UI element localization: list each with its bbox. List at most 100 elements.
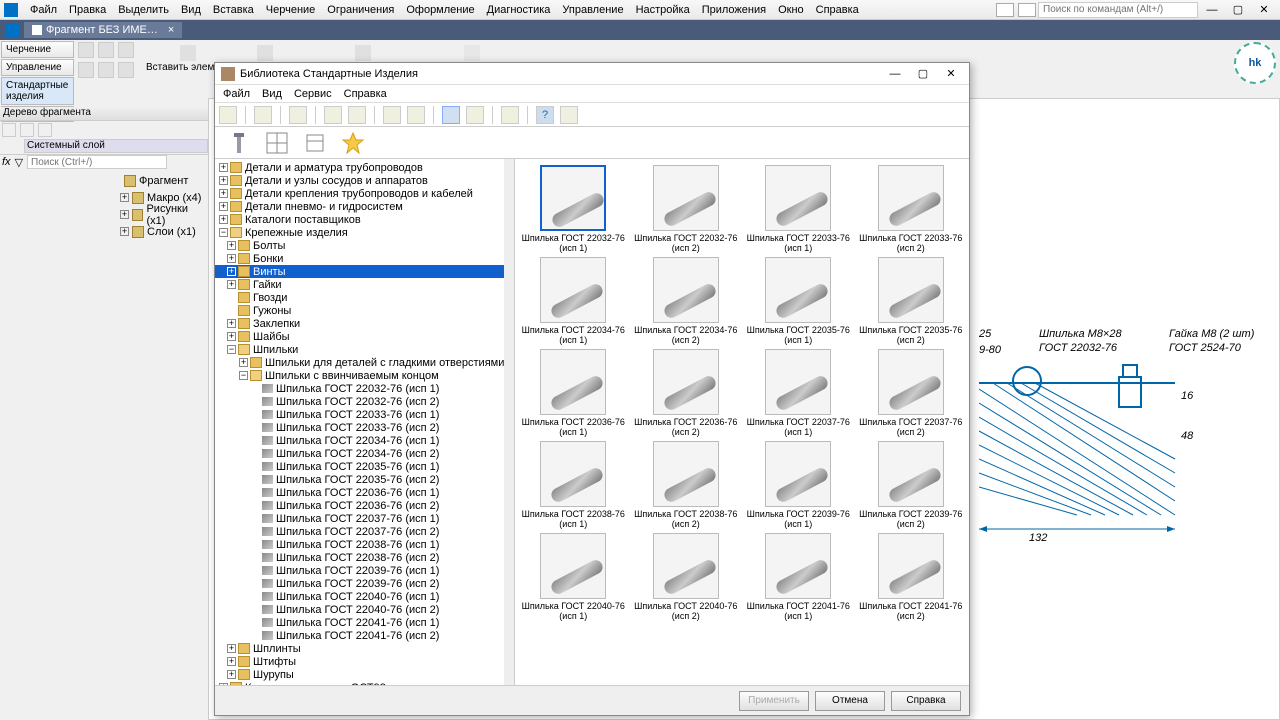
expand-icon[interactable]: + bbox=[227, 254, 236, 263]
tree-scrollbar[interactable] bbox=[504, 159, 514, 685]
menu-Вид[interactable]: Вид bbox=[175, 3, 207, 17]
expand-icon[interactable]: + bbox=[120, 227, 129, 236]
tree-leaf[interactable]: Шпилька ГОСТ 22033-76 (исп 2) bbox=[215, 421, 514, 434]
thumbnail-item[interactable]: Шпилька ГОСТ 22033-76(исп 2) bbox=[859, 165, 964, 253]
menu-Управление[interactable]: Управление bbox=[556, 3, 629, 17]
expand-icon[interactable]: + bbox=[219, 215, 228, 224]
menu-Справка[interactable]: Справка bbox=[810, 3, 865, 17]
thumbnail-item[interactable]: Шпилька ГОСТ 22032-76(исп 1) bbox=[521, 165, 626, 253]
tree-row[interactable]: +Рисунки (x1) bbox=[0, 206, 208, 223]
up-icon[interactable] bbox=[383, 106, 401, 124]
tree-leaf[interactable]: Шпилька ГОСТ 22033-76 (исп 1) bbox=[215, 408, 514, 421]
thumbnail-item[interactable]: Шпилька ГОСТ 22036-76(исп 2) bbox=[634, 349, 739, 437]
refresh-icon[interactable] bbox=[407, 106, 425, 124]
expand-icon[interactable]: + bbox=[219, 202, 228, 211]
tree-leaf[interactable]: Шпилька ГОСТ 22032-76 (исп 1) bbox=[215, 382, 514, 395]
tree-tool-icon[interactable] bbox=[38, 123, 52, 137]
thumbnail-item[interactable]: Шпилька ГОСТ 22037-76(исп 2) bbox=[859, 349, 964, 437]
undo-icon[interactable] bbox=[78, 62, 94, 78]
tree-leaf[interactable]: Шпилька ГОСТ 22036-76 (исп 2) bbox=[215, 499, 514, 512]
tree-leaf[interactable]: Шпилька ГОСТ 22041-76 (исп 2) bbox=[215, 629, 514, 642]
expand-icon[interactable]: + bbox=[227, 657, 236, 666]
thumbnail-item[interactable]: Шпилька ГОСТ 22037-76(исп 1) bbox=[746, 349, 851, 437]
thumbnail-item[interactable]: Шпилька ГОСТ 22041-76(исп 1) bbox=[746, 533, 851, 621]
collapse-icon[interactable]: − bbox=[219, 228, 228, 237]
thumbnail-item[interactable]: Шпилька ГОСТ 22032-76(исп 2) bbox=[634, 165, 739, 253]
expand-icon[interactable]: + bbox=[219, 163, 228, 172]
system-layer-field[interactable]: Системный слой bbox=[24, 139, 208, 153]
tab-screw-icon[interactable] bbox=[227, 131, 251, 155]
expand-icon[interactable]: + bbox=[219, 189, 228, 198]
tree-leaf[interactable]: Шпилька ГОСТ 22037-76 (исп 1) bbox=[215, 512, 514, 525]
expand-icon[interactable]: + bbox=[227, 670, 236, 679]
print-icon[interactable] bbox=[118, 62, 134, 78]
thumbnail-item[interactable]: Шпилька ГОСТ 22040-76(исп 1) bbox=[521, 533, 626, 621]
tree-leaf[interactable]: Шпилька ГОСТ 22035-76 (исп 1) bbox=[215, 460, 514, 473]
paste-icon[interactable] bbox=[348, 106, 366, 124]
dialog-menu-Сервис[interactable]: Сервис bbox=[294, 88, 332, 100]
thumbnail-item[interactable]: Шпилька ГОСТ 22035-76(исп 2) bbox=[859, 257, 964, 345]
expand-icon[interactable]: + bbox=[120, 210, 129, 219]
expand-icon[interactable]: + bbox=[227, 319, 236, 328]
thumbnail-item[interactable]: Шпилька ГОСТ 22038-76(исп 2) bbox=[634, 441, 739, 529]
tree-leaf[interactable]: Шпилька ГОСТ 22041-76 (исп 1) bbox=[215, 616, 514, 629]
menu-Выделить[interactable]: Выделить bbox=[112, 3, 175, 17]
expand-icon[interactable]: + bbox=[227, 332, 236, 341]
menu-Приложения[interactable]: Приложения bbox=[696, 3, 772, 17]
history-icon[interactable] bbox=[289, 106, 307, 124]
collapse-icon[interactable]: − bbox=[239, 371, 248, 380]
menu-Окно[interactable]: Окно bbox=[772, 3, 810, 17]
cancel-button[interactable]: Отмена bbox=[815, 691, 885, 711]
dialog-menu-Справка[interactable]: Справка bbox=[344, 88, 387, 100]
new-icon[interactable] bbox=[78, 42, 94, 58]
thumbnail-item[interactable]: Шпилька ГОСТ 22040-76(исп 2) bbox=[634, 533, 739, 621]
thumbnail-item[interactable]: Шпилька ГОСТ 22036-76(исп 1) bbox=[521, 349, 626, 437]
thumbnail-item[interactable]: Шпилька ГОСТ 22034-76(исп 1) bbox=[521, 257, 626, 345]
layout-icon[interactable] bbox=[996, 3, 1014, 17]
library-tree[interactable]: +Детали и арматура трубопроводов +Детали… bbox=[215, 159, 515, 685]
tree-leaf[interactable]: Шпилька ГОСТ 22040-76 (исп 2) bbox=[215, 603, 514, 616]
dialog-titlebar[interactable]: Библиотека Стандартные Изделия — ▢ ✕ bbox=[215, 63, 969, 85]
tree-leaf[interactable]: Шпилька ГОСТ 22038-76 (исп 1) bbox=[215, 538, 514, 551]
tree-row[interactable]: +Слои (x1) bbox=[0, 223, 208, 240]
thumbnail-item[interactable]: Шпилька ГОСТ 22039-76(исп 1) bbox=[746, 441, 851, 529]
tree-leaf[interactable]: Шпилька ГОСТ 22038-76 (исп 2) bbox=[215, 551, 514, 564]
tree-row-fragment[interactable]: Фрагмент bbox=[0, 172, 208, 189]
tree-leaf[interactable]: Шпилька ГОСТ 22036-76 (исп 1) bbox=[215, 486, 514, 499]
tree-tool-icon[interactable] bbox=[20, 123, 34, 137]
tab-grid-icon[interactable] bbox=[265, 131, 289, 155]
thumbnail-pane[interactable]: Шпилька ГОСТ 22032-76(исп 1)Шпилька ГОСТ… bbox=[515, 159, 969, 685]
expand-icon[interactable]: + bbox=[227, 280, 236, 289]
apply-button[interactable]: Применить bbox=[739, 691, 809, 711]
menu-Диагностика[interactable]: Диагностика bbox=[481, 3, 557, 17]
tree-leaf[interactable]: Шпилька ГОСТ 22037-76 (исп 2) bbox=[215, 525, 514, 538]
copy-icon[interactable] bbox=[324, 106, 342, 124]
redo-icon[interactable] bbox=[98, 62, 114, 78]
help-button[interactable]: Справка bbox=[891, 691, 961, 711]
mode-manage-button[interactable]: Управление bbox=[1, 59, 74, 76]
thumbnail-item[interactable]: Шпилька ГОСТ 22034-76(исп 2) bbox=[634, 257, 739, 345]
command-search-input[interactable] bbox=[1038, 2, 1198, 18]
theme-icon[interactable] bbox=[1018, 3, 1036, 17]
expand-icon[interactable]: + bbox=[227, 241, 236, 250]
dialog-menu-Файл[interactable]: Файл bbox=[223, 88, 250, 100]
open-icon[interactable] bbox=[98, 42, 114, 58]
tree-search-input[interactable] bbox=[27, 155, 167, 169]
app-tab-icon[interactable] bbox=[6, 23, 20, 37]
dialog-minimize-button[interactable]: — bbox=[883, 68, 907, 80]
expand-icon[interactable]: + bbox=[219, 176, 228, 185]
fx-icon[interactable]: fx bbox=[2, 156, 11, 168]
mode-drawing-button[interactable]: Черчение bbox=[1, 41, 74, 58]
tab-draft-icon[interactable] bbox=[303, 131, 327, 155]
mode-standard-parts-button[interactable]: Стандартные изделия bbox=[1, 77, 74, 105]
tree-leaf[interactable]: Шпилька ГОСТ 22032-76 (исп 2) bbox=[215, 395, 514, 408]
tree-tool-icon[interactable] bbox=[2, 123, 16, 137]
filter-icon[interactable] bbox=[501, 106, 519, 124]
expand-icon[interactable]: + bbox=[227, 267, 236, 276]
home-icon[interactable] bbox=[219, 106, 237, 124]
expand-icon[interactable]: + bbox=[239, 358, 248, 367]
expand-icon[interactable]: + bbox=[120, 193, 129, 202]
close-button[interactable]: ✕ bbox=[1252, 1, 1276, 19]
menu-Настройка[interactable]: Настройка bbox=[630, 3, 696, 17]
tree-leaf[interactable]: Шпилька ГОСТ 22034-76 (исп 1) bbox=[215, 434, 514, 447]
